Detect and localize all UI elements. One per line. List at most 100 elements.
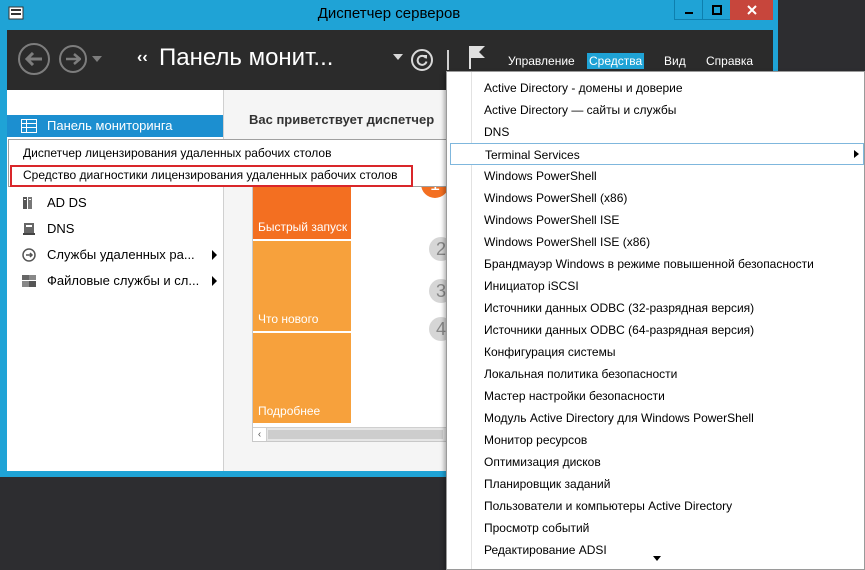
maximize-icon — [711, 4, 722, 15]
back-button[interactable] — [18, 43, 50, 75]
tools-menu-item-label: Windows PowerShell — [484, 169, 597, 183]
arrow-left-icon — [25, 52, 42, 66]
tools-menu-item-label: Брандмауэр Windows в режиме повышенной б… — [484, 257, 814, 271]
submenu-item-label: Диспетчер лицензирования удаленных рабоч… — [23, 146, 332, 160]
tools-menu-item-label: Источники данных ODBC (32-разрядная верс… — [484, 301, 755, 315]
tools-menu-item-label: Монитор ресурсов — [484, 433, 588, 447]
tile-label: Быстрый запуск — [258, 220, 348, 234]
tools-menu-item-label: Terminal Services — [485, 148, 580, 162]
breadcrumb-arrows[interactable]: ‹‹ — [137, 49, 148, 67]
tools-menu-item[interactable]: Инициатор iSCSI — [450, 275, 864, 297]
scroll-thumb[interactable] — [268, 430, 443, 439]
header-separator — [447, 50, 449, 70]
refresh-icon — [416, 54, 428, 66]
tools-menu-item[interactable]: Брандмауэр Windows в режиме повышенной б… — [450, 253, 864, 275]
menu-tools[interactable]: Средства — [587, 53, 645, 69]
submenu-item-licensing-manager[interactable]: Диспетчер лицензирования удаленных рабоч… — [9, 142, 449, 164]
tools-menu-item[interactable]: Локальная политика безопасности — [450, 363, 864, 385]
submenu-arrow-icon — [854, 150, 859, 158]
refresh-button[interactable] — [411, 49, 433, 71]
sidebar-item-label: Файловые службы и сл... — [47, 273, 200, 288]
chevron-right-icon[interactable] — [212, 250, 217, 260]
minimize-button[interactable] — [674, 0, 702, 20]
tools-menu-item-label: Active Directory - домены и доверие — [484, 81, 683, 95]
sidebar-item-label: Панель мониторинга — [47, 118, 173, 133]
sidebar-item-label: AD DS — [47, 195, 87, 210]
tools-menu-item[interactable]: Windows PowerShell — [450, 165, 864, 187]
breadcrumb-title: Панель монит... — [159, 44, 334, 71]
tools-menu-item-label: Инициатор iSCSI — [484, 279, 579, 293]
tools-menu-item[interactable]: Active Directory — сайты и службы — [450, 99, 864, 121]
close-button[interactable] — [730, 0, 773, 20]
tools-menu-item-label: Windows PowerShell ISE — [484, 213, 620, 227]
tools-menu-item-label: Просмотр событий — [484, 521, 590, 535]
title-bar[interactable]: Диспетчер серверов — [0, 0, 778, 28]
tools-dropdown-menu: Active Directory - домены и доверие Activ… — [446, 71, 865, 570]
tools-menu-item[interactable]: Модуль Active Directory для Windows Powe… — [450, 407, 864, 429]
tools-menu-item-label: Оптимизация дисков — [484, 455, 601, 469]
tools-menu-item[interactable]: DNS — [450, 121, 864, 143]
tools-menu-item-label: Источники данных ODBC (64-разрядная верс… — [484, 323, 755, 337]
tools-menu-item[interactable]: Active Directory - домены и доверие — [450, 77, 864, 99]
chevron-right-icon[interactable] — [212, 276, 217, 286]
tools-menu-item[interactable]: Пользователи и компьютеры Active Directo… — [450, 495, 864, 517]
breadcrumb-dropdown-icon[interactable] — [393, 54, 403, 60]
tools-menu-item[interactable]: Просмотр событий — [450, 517, 864, 539]
tools-menu-item-label: Windows PowerShell (x86) — [484, 191, 628, 205]
maximize-button[interactable] — [702, 0, 730, 20]
tools-menu-item[interactable]: Windows PowerShell (x86) — [450, 187, 864, 209]
tools-menu-item[interactable]: Конфигурация системы — [450, 341, 864, 363]
welcome-heading: Вас приветствует диспетчер — [249, 112, 435, 127]
submenu-item-label: Средство диагностики лицензирования удал… — [23, 168, 398, 182]
dashboard-grid-icon — [21, 119, 37, 133]
tools-menu-item[interactable]: Источники данных ODBC (32-разрядная верс… — [450, 297, 864, 319]
server-role-icon — [23, 197, 32, 209]
scroll-down-icon[interactable] — [653, 556, 661, 561]
sidebar-item-remote-desktop[interactable]: Службы удаленных ра... — [7, 244, 223, 266]
history-dropdown-icon[interactable] — [92, 56, 102, 62]
file-services-icon — [22, 275, 36, 287]
window-title: Диспетчер серверов — [317, 5, 461, 22]
tools-menu-item-label: Пользователи и компьютеры Active Directo… — [484, 499, 733, 513]
tools-menu-item[interactable]: Windows PowerShell ISE (x86) — [450, 231, 864, 253]
tools-menu-item-label: Active Directory — сайты и службы — [484, 103, 677, 117]
tools-menu-item[interactable]: Windows PowerShell ISE — [450, 209, 864, 231]
tools-menu-item[interactable]: Мастер настройки безопасности — [450, 385, 864, 407]
tools-menu-item[interactable]: Источники данных ODBC (64-разрядная верс… — [450, 319, 864, 341]
tools-menu-item[interactable]: Terminal Services — [450, 143, 864, 165]
close-icon — [746, 5, 757, 15]
tools-menu-item[interactable]: Планировщик заданий — [450, 473, 864, 495]
sidebar-item-label: DNS — [47, 221, 75, 236]
notifications-flag-icon[interactable] — [467, 44, 487, 70]
tile-whats-new[interactable]: Что нового — [253, 241, 351, 331]
sidebar-item-dns[interactable]: DNS — [7, 218, 223, 240]
sidebar-item-dashboard[interactable]: Панель мониторинга — [7, 115, 223, 137]
tools-menu-item-label: Локальная политика безопасности — [484, 367, 678, 381]
sidebar-item-file-services[interactable]: Файловые службы и сл... — [7, 270, 223, 292]
tools-menu-item-label: Windows PowerShell ISE (x86) — [484, 235, 651, 249]
remote-desktop-icon — [22, 248, 36, 262]
tools-menu-item-label: DNS — [484, 125, 510, 139]
sidebar-item-label: Службы удаленных ра... — [47, 247, 195, 262]
tile-label: Подробнее — [258, 404, 321, 418]
tile-label: Что нового — [258, 312, 319, 326]
menu-manage[interactable]: Управление — [506, 53, 577, 69]
submenu-item-licensing-diagnoser[interactable]: Средство диагностики лицензирования удал… — [9, 164, 449, 187]
dns-icon — [23, 223, 35, 235]
forward-button[interactable] — [59, 45, 87, 73]
tools-menu-item-label: Мастер настройки безопасности — [484, 389, 665, 403]
menu-help[interactable]: Справка — [704, 53, 755, 69]
sidebar-item-ad-ds[interactable]: AD DS — [7, 192, 223, 214]
tools-menu-item[interactable]: Монитор ресурсов — [450, 429, 864, 451]
remote-desktop-submenu: Диспетчер лицензирования удаленных рабоч… — [8, 139, 448, 187]
tools-menu-item-label: Модуль Active Directory для Windows Powe… — [484, 411, 754, 425]
tools-menu-item-label: Редактирование ADSI — [484, 543, 607, 557]
arrow-right-icon — [66, 53, 81, 65]
menu-view[interactable]: Вид — [662, 53, 688, 69]
minimize-icon — [684, 11, 693, 14]
tools-menu-item-label: Конфигурация системы — [484, 345, 616, 359]
scroll-left-icon[interactable]: ‹ — [253, 428, 267, 441]
horizontal-scrollbar[interactable]: ‹ — [253, 427, 447, 441]
tile-learn-more[interactable]: Подробнее — [253, 333, 351, 423]
tools-menu-item[interactable]: Оптимизация дисков — [450, 451, 864, 473]
